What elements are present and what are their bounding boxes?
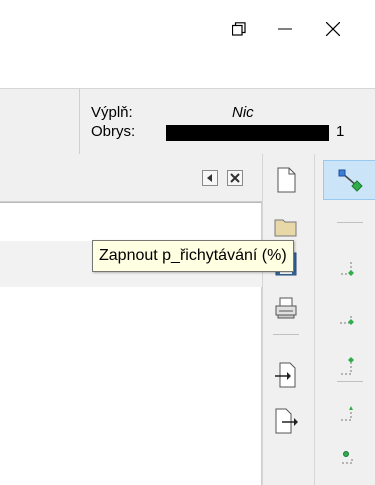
snap-midpoints-icon (341, 357, 354, 375)
snap-smooth-nodes-icon (341, 406, 353, 421)
minimize-icon (278, 28, 292, 30)
snap-bbox-button[interactable] (335, 252, 365, 282)
import-icon (275, 362, 296, 388)
new-document-button[interactable] (272, 165, 300, 195)
restore-icon (232, 22, 246, 36)
panel-collapse-button[interactable] (202, 170, 218, 186)
docked-panel (0, 154, 262, 485)
snap-path-icon (342, 451, 353, 464)
close-window-button[interactable] (310, 12, 356, 46)
panel-close-icon (230, 173, 240, 183)
panel-close-button[interactable] (227, 170, 243, 186)
snap-toolbar (314, 154, 375, 485)
status-separator (79, 89, 80, 155)
snap-nodes-button[interactable] (335, 309, 365, 339)
new-document-icon (277, 167, 296, 193)
toolbar-separator (273, 334, 299, 335)
open-folder-icon (274, 219, 297, 237)
fill-label: Výplň: (91, 104, 133, 121)
minimize-button[interactable] (262, 12, 308, 46)
toolbar-separator (337, 381, 363, 382)
style-indicator: Výplň: Nic Obrys: 1 (0, 88, 375, 155)
stroke-color-swatch[interactable] (166, 125, 329, 141)
export-icon (275, 408, 298, 434)
snap-toggle-button[interactable] (323, 160, 375, 200)
stroke-label: Obrys: (91, 123, 136, 140)
snap-path-button[interactable] (335, 441, 365, 471)
tooltip: Zapnout p_řichytávání (%) (92, 240, 294, 272)
print-icon (275, 297, 297, 319)
commands-toolbar (262, 154, 314, 485)
print-button[interactable] (272, 293, 300, 323)
snap-toggle-icon (338, 169, 363, 192)
export-button[interactable] (272, 406, 300, 436)
restore-button[interactable] (216, 12, 262, 46)
close-icon (326, 22, 340, 36)
import-button[interactable] (272, 360, 300, 390)
snap-smooth-nodes-button[interactable] (335, 398, 365, 428)
panel-header (0, 154, 262, 202)
snap-bbox-icon (341, 260, 354, 276)
snap-midpoints-button[interactable] (335, 352, 365, 382)
collapse-left-icon (207, 174, 212, 182)
snap-nodes-icon (340, 315, 354, 325)
open-button[interactable] (272, 212, 300, 242)
toolbar-separator (337, 222, 363, 223)
fill-value[interactable]: Nic (232, 104, 254, 121)
stroke-width-value[interactable]: 1 (336, 123, 344, 140)
